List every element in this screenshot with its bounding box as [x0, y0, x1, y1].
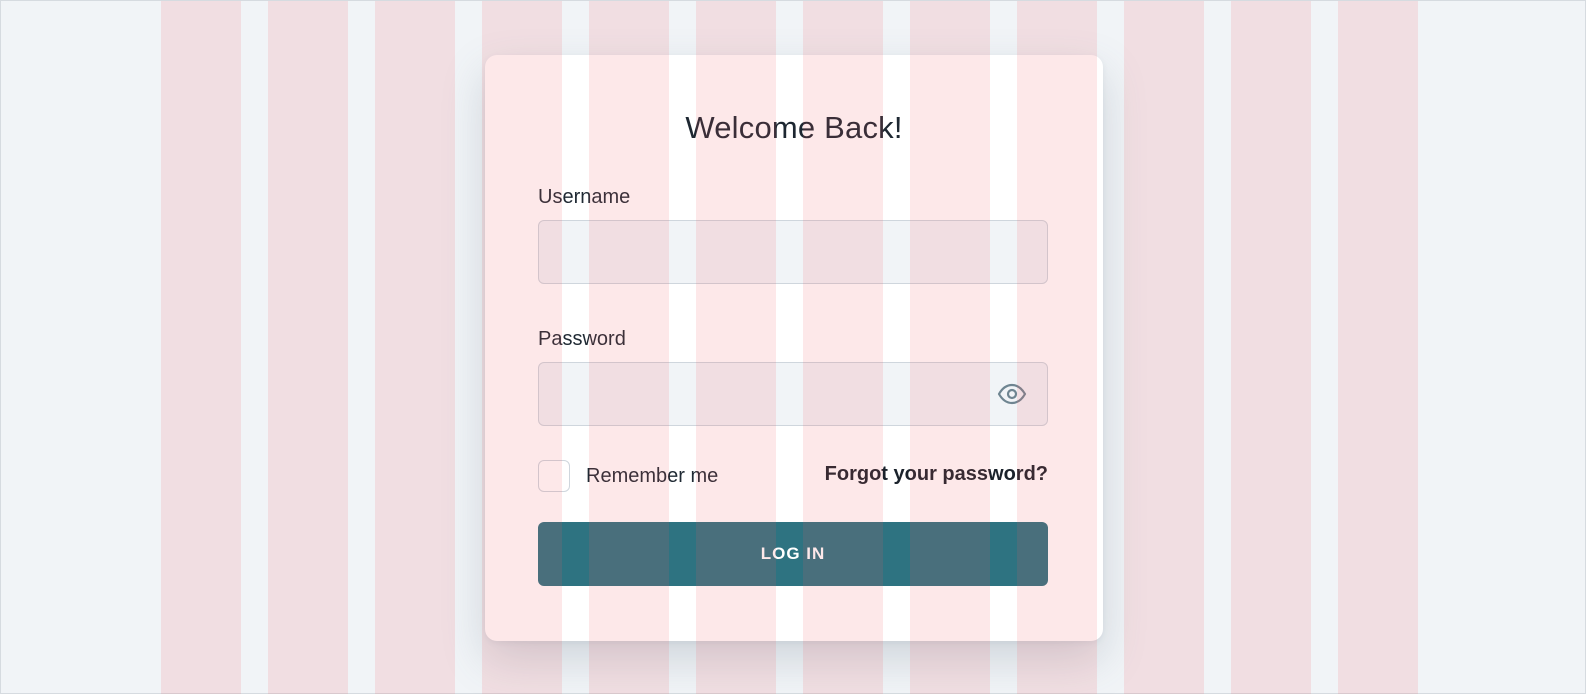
login-card: Welcome Back! Username Password Remember… — [485, 55, 1103, 641]
forgot-password-link[interactable]: Forgot your password? — [825, 463, 1048, 486]
grid-column — [268, 1, 348, 694]
page-title: Welcome Back! — [685, 110, 903, 145]
login-button[interactable]: LOG IN — [538, 522, 1048, 586]
eye-icon[interactable] — [996, 380, 1028, 408]
grid-column — [375, 1, 455, 694]
password-input[interactable] — [538, 362, 1048, 426]
remember-me-label: Remember me — [586, 464, 719, 487]
password-label: Password — [538, 328, 626, 350]
username-label: Username — [538, 186, 631, 208]
grid-column — [1231, 1, 1311, 694]
username-input[interactable] — [538, 220, 1048, 284]
grid-column — [161, 1, 241, 694]
remember-me-row: Remember me — [538, 459, 718, 493]
grid-column — [1338, 1, 1418, 694]
grid-column — [1124, 1, 1204, 694]
remember-me-checkbox[interactable] — [538, 460, 570, 492]
